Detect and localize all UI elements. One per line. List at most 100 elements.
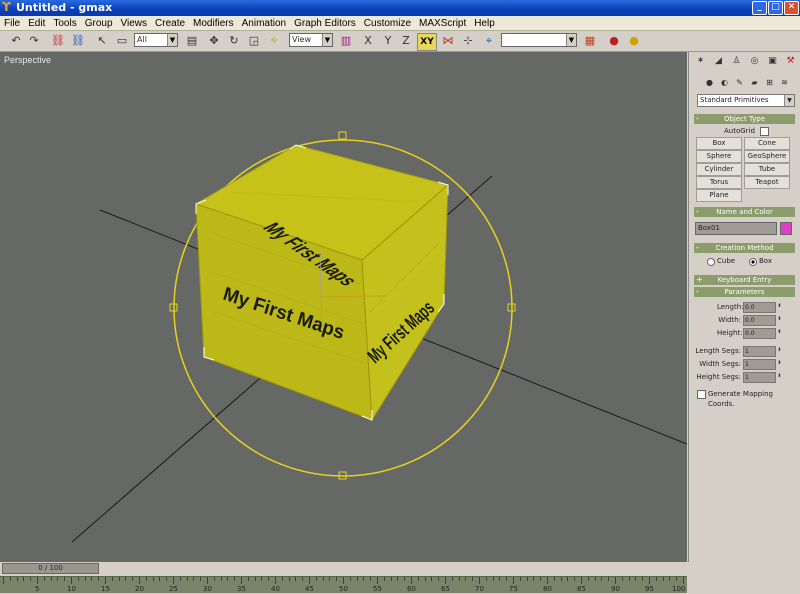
- timeline-tick-label: 80: [543, 585, 552, 593]
- box-button[interactable]: Box: [696, 137, 742, 150]
- width-segs-spinner[interactable]: 1: [743, 359, 776, 370]
- select-by-name-icon[interactable]: ▤: [184, 33, 200, 49]
- length-spinner[interactable]: 0.0: [743, 302, 776, 313]
- lights-icon[interactable]: ✎: [733, 76, 746, 89]
- spinner-arrows-icon[interactable]: ⬍: [776, 328, 783, 337]
- gen-mapping-checkbox[interactable]: [697, 390, 706, 399]
- spinner-arrows-icon[interactable]: ⬍: [776, 372, 783, 381]
- spinner-arrows-icon[interactable]: ⬍: [776, 359, 783, 368]
- track-bar[interactable]: 5 10 15 20 25 30 35 40 45 50 55 60 65 70 75 80 85 90 95 100: [0, 576, 687, 593]
- ref-coord-value: View: [292, 35, 311, 44]
- perspective-viewport[interactable]: My First Maps My First Maps My First Map…: [0, 52, 687, 562]
- restrict-xy-button[interactable]: XY: [417, 33, 437, 51]
- move-icon[interactable]: ✥: [206, 33, 222, 49]
- undo-icon[interactable]: ↶: [8, 33, 24, 49]
- unlink-icon[interactable]: ⛓: [70, 33, 86, 49]
- cube-radio[interactable]: [707, 258, 715, 266]
- scale-icon[interactable]: ◲: [246, 33, 262, 49]
- spinner-arrows-icon[interactable]: ⬍: [776, 315, 783, 324]
- spacewarps-icon[interactable]: ≋: [778, 76, 791, 89]
- object-color-swatch[interactable]: [780, 222, 792, 235]
- timeline-tick: [547, 577, 548, 584]
- helpers-icon[interactable]: ⊞: [763, 76, 776, 89]
- named-selection-dropdown[interactable]: ▼: [501, 33, 577, 47]
- align-icon[interactable]: ⊹: [460, 33, 476, 49]
- select-link-icon[interactable]: ⛓: [50, 33, 66, 49]
- gmax-app-icon[interactable]: ϒ: [2, 1, 14, 14]
- restrict-x-icon[interactable]: X: [360, 33, 376, 49]
- shapes-icon[interactable]: ◐: [718, 76, 731, 89]
- teapot-button[interactable]: Teapot: [744, 176, 790, 189]
- length-segs-spinner[interactable]: 1: [743, 346, 776, 357]
- restrict-y-icon[interactable]: Y: [380, 33, 396, 49]
- create-tab-icon[interactable]: ✶: [694, 55, 707, 68]
- spinner-arrows-icon[interactable]: ⬍: [776, 346, 783, 355]
- menu-tools[interactable]: Tools: [49, 17, 80, 31]
- menu-animation[interactable]: Animation: [238, 17, 290, 31]
- quick-render-icon[interactable]: ●: [626, 33, 642, 49]
- menu-help[interactable]: Help: [470, 17, 499, 31]
- mirror-icon[interactable]: ⋈: [440, 33, 456, 49]
- timeline-tick: [465, 577, 467, 581]
- menu-file[interactable]: File: [0, 17, 24, 31]
- object-type-rollout-header[interactable]: - Object Type: [694, 114, 795, 124]
- timeline-tick: [125, 577, 127, 581]
- cameras-icon[interactable]: ▰: [748, 76, 761, 89]
- width-spinner[interactable]: 0.0: [743, 315, 776, 326]
- parameters-rollout-header[interactable]: - Parameters: [694, 287, 795, 297]
- geosphere-button[interactable]: GeoSphere: [744, 150, 790, 163]
- menu-customize[interactable]: Customize: [360, 17, 415, 31]
- pivot-center-icon[interactable]: ▥: [338, 33, 354, 49]
- sphere-button[interactable]: Sphere: [696, 150, 742, 163]
- timeline-tick-label: 55: [373, 585, 382, 593]
- hierarchy-tab-icon[interactable]: ♙: [730, 55, 743, 68]
- menu-modifiers[interactable]: Modifiers: [189, 17, 238, 31]
- minimize-button[interactable]: _: [752, 1, 767, 15]
- plane-button[interactable]: Plane: [696, 189, 742, 202]
- region-select-icon[interactable]: ▭: [114, 33, 130, 49]
- menu-edit[interactable]: Edit: [24, 17, 49, 31]
- menu-graph-editors[interactable]: Graph Editors: [290, 17, 360, 31]
- object-name-field[interactable]: Box01: [695, 222, 777, 235]
- material-editor-icon[interactable]: ▦: [582, 33, 598, 49]
- snap-icon[interactable]: ⌖: [481, 33, 497, 49]
- cylinder-button[interactable]: Cylinder: [696, 163, 742, 176]
- timeline-tick: [492, 577, 494, 581]
- gizmo-handle-top[interactable]: [338, 131, 347, 140]
- menu-maxscript[interactable]: MAXScript: [415, 17, 470, 31]
- height-segs-spinner[interactable]: 1: [743, 372, 776, 383]
- box-radio[interactable]: [749, 258, 757, 266]
- selection-filter-dropdown[interactable]: All ▼: [134, 33, 178, 47]
- menu-views[interactable]: Views: [117, 17, 152, 31]
- geometry-icon[interactable]: ●: [703, 76, 716, 89]
- select-manipulate-icon[interactable]: ✧: [266, 33, 282, 49]
- time-slider[interactable]: 0 / 100: [2, 563, 99, 574]
- modify-tab-icon[interactable]: ◢: [712, 55, 725, 68]
- motion-tab-icon[interactable]: ◎: [748, 55, 761, 68]
- height-spinner[interactable]: 0.0: [743, 328, 776, 339]
- redo-icon[interactable]: ↷: [26, 33, 42, 49]
- close-button[interactable]: ✕: [784, 1, 799, 15]
- cone-button[interactable]: Cone: [744, 137, 790, 150]
- torus-button[interactable]: Torus: [696, 176, 742, 189]
- primitive-category-dropdown[interactable]: Standard Primitives ▼: [697, 94, 795, 107]
- tube-button[interactable]: Tube: [744, 163, 790, 176]
- menu-group[interactable]: Group: [81, 17, 117, 31]
- viewport-label[interactable]: Perspective: [4, 55, 51, 65]
- ref-coord-dropdown[interactable]: View ▼: [289, 33, 333, 47]
- name-color-rollout-header[interactable]: - Name and Color: [694, 207, 795, 217]
- rotate-icon[interactable]: ↻: [226, 33, 242, 49]
- keyboard-entry-rollout-header[interactable]: + Keyboard Entry: [694, 275, 795, 285]
- spinner-arrows-icon[interactable]: ⬍: [776, 302, 783, 311]
- display-tab-icon[interactable]: ▣: [766, 55, 779, 68]
- utilities-tab-icon[interactable]: ⚒: [784, 55, 797, 68]
- menu-create[interactable]: Create: [151, 17, 189, 31]
- timeline-tick-label: 95: [645, 585, 654, 593]
- render-teapot-icon[interactable]: ●: [606, 33, 622, 49]
- select-object-icon[interactable]: ↖: [94, 33, 110, 49]
- timeline-tick: [574, 577, 576, 581]
- restrict-z-icon[interactable]: Z: [398, 33, 414, 49]
- autogrid-checkbox[interactable]: [760, 127, 769, 136]
- creation-method-rollout-header[interactable]: - Creation Method: [694, 243, 795, 253]
- maximize-button[interactable]: □: [768, 1, 783, 15]
